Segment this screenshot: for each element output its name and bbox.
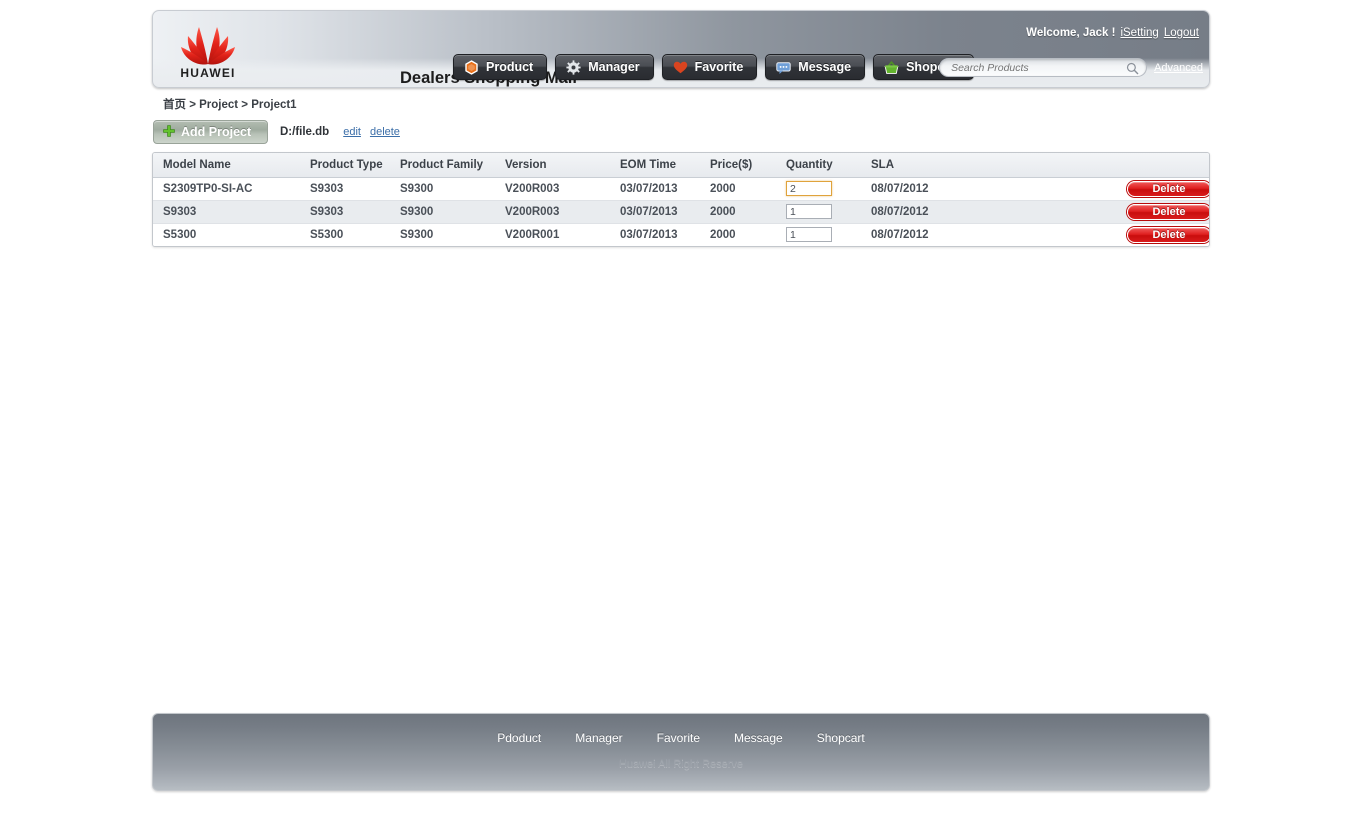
- table-body: S2309TP0-SI-AC S9303 S9300 V200R003 03/0…: [153, 177, 1209, 246]
- cell-quantity: [776, 177, 861, 201]
- cell-product-type: S9303: [300, 177, 390, 201]
- cell-product-family: S9300: [390, 177, 495, 201]
- cell-sla: 08/07/2012: [861, 200, 1051, 224]
- quantity-input[interactable]: [786, 181, 832, 196]
- toolbar: Add Project D:/file.db edit delete: [153, 120, 400, 144]
- edit-link[interactable]: edit: [343, 126, 361, 138]
- col-actions: [1051, 153, 1209, 178]
- search-row: Advanced: [939, 58, 1203, 77]
- cell-eom-time: 03/07/2013: [610, 177, 700, 201]
- cell-quantity: [776, 223, 861, 246]
- add-project-label: Add Project: [181, 125, 252, 139]
- cell-version: V200R003: [495, 177, 610, 201]
- table-header-row: Model Name Product Type Product Family V…: [153, 153, 1209, 178]
- nav-label-favorite: Favorite: [694, 60, 744, 74]
- heart-icon: [673, 60, 688, 75]
- nav-label-product: Product: [486, 60, 534, 74]
- footer-link-product[interactable]: Pdoduct: [497, 731, 541, 745]
- nav-button-favorite[interactable]: Favorite: [661, 54, 758, 80]
- col-eom-time: EOM Time: [610, 153, 700, 178]
- main-nav: Product Manager Favorite Message Shopcar…: [453, 54, 975, 80]
- search-box[interactable]: [939, 58, 1148, 80]
- shopping-basket-icon: [884, 60, 899, 75]
- col-version: Version: [495, 153, 610, 178]
- cell-eom-time: 03/07/2013: [610, 200, 700, 224]
- plus-green-icon: [163, 124, 175, 140]
- delete-row-button[interactable]: Delete: [1127, 180, 1209, 197]
- quantity-input[interactable]: [786, 204, 832, 219]
- col-model-name: Model Name: [153, 153, 300, 178]
- page-root: HUAWEI Dealers Shopping Mall Product: [0, 0, 1366, 829]
- cell-model-name: S5300: [153, 223, 300, 246]
- cell-actions: Delete: [1051, 200, 1209, 224]
- table-head: Model Name Product Type Product Family V…: [153, 153, 1209, 178]
- search-input[interactable]: [949, 60, 1120, 75]
- col-product-type: Product Type: [300, 153, 390, 178]
- cell-version: V200R001: [495, 223, 610, 246]
- cell-version: V200R003: [495, 200, 610, 224]
- cell-sla: 08/07/2012: [861, 177, 1051, 201]
- welcome-area: Welcome, Jack ! iSetting Logout: [1026, 27, 1199, 39]
- col-sla: SLA: [861, 153, 1051, 178]
- cell-price: 2000: [700, 223, 776, 246]
- nav-button-product[interactable]: Product: [453, 54, 548, 80]
- nav-label-manager: Manager: [588, 60, 640, 74]
- cell-product-type: S9303: [300, 200, 390, 224]
- speech-bubble-icon: [776, 60, 791, 75]
- huawei-wordmark: HUAWEI: [180, 66, 236, 80]
- nav-button-message[interactable]: Message: [765, 54, 866, 80]
- site-header: HUAWEI Dealers Shopping Mall Product: [152, 10, 1210, 88]
- quantity-input[interactable]: [786, 227, 832, 243]
- welcome-text: Welcome, Jack !: [1026, 27, 1116, 39]
- products-table: Model Name Product Type Product Family V…: [153, 153, 1209, 246]
- delete-row-button[interactable]: Delete: [1127, 203, 1209, 220]
- cell-product-family: S9300: [390, 200, 495, 224]
- cell-price: 2000: [700, 200, 776, 224]
- footer-link-message[interactable]: Message: [734, 731, 783, 745]
- footer-link-shopcart[interactable]: Shopcart: [817, 731, 865, 745]
- table-row[interactable]: S9303 S9303 S9300 V200R003 03/07/2013 20…: [153, 200, 1209, 224]
- cell-product-type: S5300: [300, 223, 390, 246]
- products-table-card: Model Name Product Type Product Family V…: [152, 152, 1210, 247]
- nav-label-message: Message: [798, 60, 852, 74]
- table-row[interactable]: S5300 S5300 S9300 V200R001 03/07/2013 20…: [153, 223, 1209, 246]
- copyright-text: Huawei All Right Reserve: [618, 758, 744, 770]
- footer-link-manager[interactable]: Manager: [575, 731, 622, 745]
- cell-model-name: S9303: [153, 200, 300, 224]
- site-footer: Pdoduct Manager Favorite Message Shopcar…: [152, 713, 1210, 791]
- cell-product-family: S9300: [390, 223, 495, 246]
- cell-actions: Delete: [1051, 177, 1209, 201]
- delete-row-button[interactable]: Delete: [1127, 226, 1209, 243]
- isetting-link[interactable]: iSetting: [1120, 27, 1158, 39]
- cell-eom-time: 03/07/2013: [610, 223, 700, 246]
- col-quantity: Quantity: [776, 153, 861, 178]
- nav-button-manager[interactable]: Manager: [555, 54, 654, 80]
- logout-link[interactable]: Logout: [1164, 27, 1199, 39]
- table-row[interactable]: S2309TP0-SI-AC S9303 S9300 V200R003 03/0…: [153, 177, 1209, 201]
- hexagon-orange-icon: [464, 59, 479, 75]
- huawei-flower-icon: [177, 25, 239, 65]
- footer-nav: Pdoduct Manager Favorite Message Shopcar…: [153, 731, 1209, 745]
- cell-price: 2000: [700, 177, 776, 201]
- col-product-family: Product Family: [390, 153, 495, 178]
- cell-quantity: [776, 200, 861, 224]
- delete-link[interactable]: delete: [370, 126, 400, 138]
- add-project-button[interactable]: Add Project: [153, 120, 268, 144]
- file-name-label: D:/file.db: [280, 126, 330, 138]
- cell-sla: 08/07/2012: [861, 223, 1051, 246]
- advanced-search-link[interactable]: Advanced: [1154, 62, 1203, 74]
- footer-link-favorite[interactable]: Favorite: [657, 731, 700, 745]
- huawei-logo: HUAWEI: [167, 25, 249, 81]
- cell-actions: Delete: [1051, 223, 1209, 246]
- col-price: Price($): [700, 153, 776, 178]
- search-icon[interactable]: [1126, 62, 1139, 80]
- cell-model-name: S2309TP0-SI-AC: [153, 177, 300, 201]
- gear-icon: [566, 59, 581, 75]
- breadcrumb: 首页 > Project > Project1: [163, 99, 297, 111]
